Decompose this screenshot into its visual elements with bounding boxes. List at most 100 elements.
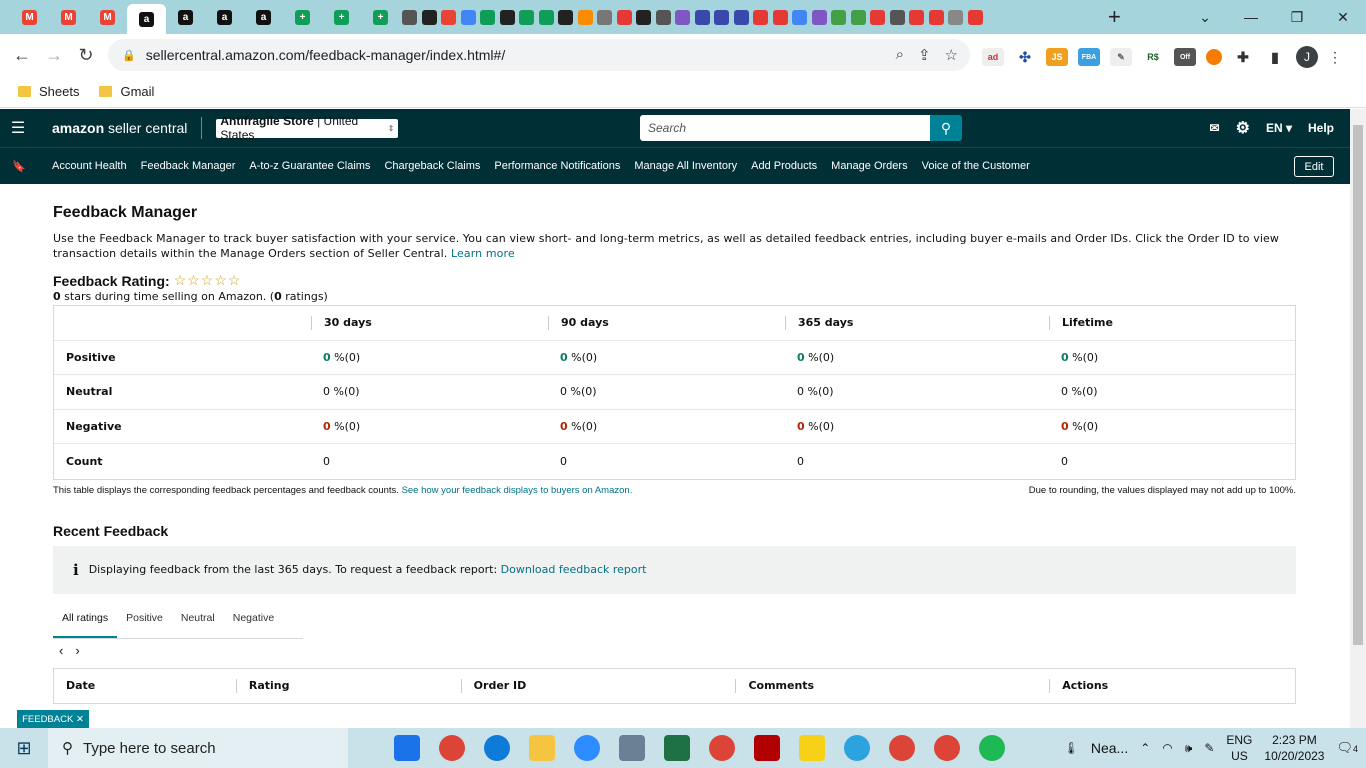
prev-page-icon[interactable]: ‹ [59, 643, 63, 658]
browser-tab[interactable]: a [166, 4, 205, 30]
chrome-icon[interactable] [709, 735, 735, 761]
network-icon[interactable]: ◠ [1162, 741, 1172, 755]
hamburger-menu-icon[interactable]: ☰ [0, 118, 36, 138]
forward-button[interactable]: → [38, 45, 70, 66]
browser-tab[interactable]: M [49, 4, 88, 30]
nav-link[interactable]: Chargeback Claims [384, 160, 480, 172]
nav-link[interactable]: A-to-z Guarantee Claims [249, 160, 370, 172]
chrome-icon[interactable] [889, 735, 915, 761]
seller-central-logo[interactable]: amazon seller central [52, 120, 187, 136]
profile-avatar[interactable]: J [1296, 46, 1318, 68]
browser-tab[interactable]: a [244, 4, 283, 30]
browser-tab[interactable]: + [322, 4, 361, 30]
taskbar-search[interactable]: ⚲ Type here to search [48, 728, 348, 768]
extension-off-icon[interactable]: Off [1174, 48, 1196, 66]
zoom-icon[interactable]: ⌕ [896, 46, 904, 64]
extension-fba-icon[interactable]: FBA [1078, 48, 1100, 66]
nav-link[interactable]: Manage All Inventory [634, 160, 737, 172]
browser-tab[interactable] [888, 4, 908, 30]
browser-tab[interactable] [556, 4, 576, 30]
browser-tab[interactable] [595, 4, 615, 30]
spotify-icon[interactable] [979, 735, 1005, 761]
volume-icon[interactable]: 🕪 [1185, 741, 1193, 756]
nav-link[interactable]: Add Products [751, 160, 817, 172]
browser-tab[interactable] [478, 4, 498, 30]
browser-tab[interactable] [498, 4, 518, 30]
puzzle-icon[interactable]: ✚ [1232, 48, 1254, 66]
reload-button[interactable]: ↻ [70, 45, 102, 66]
browser-tab[interactable] [615, 4, 635, 30]
browser-tab[interactable] [751, 4, 771, 30]
extension-icon[interactable]: ad [982, 48, 1004, 66]
pen-icon[interactable]: ✎ [1204, 741, 1214, 755]
gear-icon[interactable]: ⚙ [1236, 118, 1250, 138]
extension-icon[interactable]: ✎ [1110, 48, 1132, 66]
calculator-icon[interactable] [619, 735, 645, 761]
clock[interactable]: 2:23 PM 10/20/2023 [1264, 732, 1324, 764]
chevron-up-icon[interactable]: ⌃ [1140, 741, 1150, 755]
browser-tab[interactable] [712, 4, 732, 30]
rating-tab[interactable]: All ratings [53, 612, 118, 638]
browser-tab[interactable] [693, 4, 713, 30]
minimize-button[interactable]: — [1228, 9, 1274, 25]
extension-icon[interactable]: ✣ [1014, 48, 1036, 66]
browser-tab[interactable] [868, 4, 888, 30]
file-explorer-icon[interactable] [529, 735, 555, 761]
browser-tab[interactable] [946, 4, 966, 30]
tab-search-icon[interactable]: ⌄ [1182, 9, 1228, 26]
chrome-icon[interactable] [439, 735, 465, 761]
bookmark-gmail[interactable]: Gmail [99, 84, 154, 99]
extension-js-icon[interactable]: JS [1046, 48, 1068, 66]
rating-tab[interactable]: Neutral [172, 612, 224, 638]
browser-tab[interactable]: + [361, 4, 400, 30]
nav-link[interactable]: Account Health [52, 160, 127, 172]
browser-tab[interactable] [927, 4, 947, 30]
download-report-link[interactable]: Download feedback report [501, 563, 647, 576]
chrome-icon[interactable] [934, 735, 960, 761]
learn-more-link[interactable]: Learn more [451, 247, 515, 260]
browser-tab[interactable] [810, 4, 830, 30]
telegram-icon[interactable] [844, 735, 870, 761]
bookmark-sheets[interactable]: Sheets [18, 84, 79, 99]
new-tab-button[interactable]: + [1108, 4, 1121, 30]
side-panel-icon[interactable]: ▮ [1264, 48, 1286, 66]
browser-tab[interactable]: M [10, 4, 49, 30]
weather-icon[interactable]: 🌡 [1064, 741, 1079, 755]
mail-icon[interactable]: ✉ [1210, 121, 1220, 135]
scrollbar-thumb[interactable] [1353, 125, 1363, 645]
next-page-icon[interactable]: › [75, 643, 79, 658]
nav-link[interactable]: Feedback Manager [141, 160, 236, 172]
nav-link[interactable]: Manage Orders [831, 160, 907, 172]
browser-tab[interactable] [849, 4, 869, 30]
extension-icon[interactable] [1206, 49, 1222, 65]
browser-tab[interactable]: + [283, 4, 322, 30]
browser-tab[interactable] [673, 4, 693, 30]
address-bar[interactable]: 🔒 sellercentral.amazon.com/feedback-mana… [108, 39, 970, 71]
browser-tab[interactable] [654, 4, 674, 30]
bookmark-star-icon[interactable]: ☆ [945, 46, 958, 64]
browser-tab[interactable] [771, 4, 791, 30]
browser-tab[interactable]: a [205, 4, 244, 30]
windows-start-icon[interactable]: ⊞ [0, 738, 48, 759]
zoom-icon[interactable] [574, 735, 600, 761]
edge-icon[interactable] [484, 735, 510, 761]
help-link[interactable]: Help [1308, 121, 1334, 135]
nav-link[interactable]: Performance Notifications [494, 160, 620, 172]
weather-text[interactable]: Nea... [1091, 740, 1128, 756]
browser-tab[interactable] [517, 4, 537, 30]
browser-tab[interactable] [459, 4, 479, 30]
browser-tab[interactable] [400, 4, 420, 30]
browser-tab[interactable] [829, 4, 849, 30]
browser-tab[interactable] [420, 4, 440, 30]
browser-tab[interactable] [576, 4, 596, 30]
browser-tab[interactable] [907, 4, 927, 30]
search-button[interactable]: ⚲ [930, 115, 962, 141]
search-input[interactable]: Search [640, 115, 930, 141]
notifications-icon[interactable]: 🗨4 [1336, 740, 1358, 756]
browser-tab[interactable] [439, 4, 459, 30]
feedback-display-link[interactable]: See how your feedback displays to buyers… [402, 485, 633, 496]
language-indicator[interactable]: ENG US [1226, 732, 1252, 764]
browser-menu-icon[interactable]: ⋮ [1328, 49, 1342, 66]
browser-tab[interactable] [790, 4, 810, 30]
rating-tab[interactable]: Negative [224, 612, 283, 638]
